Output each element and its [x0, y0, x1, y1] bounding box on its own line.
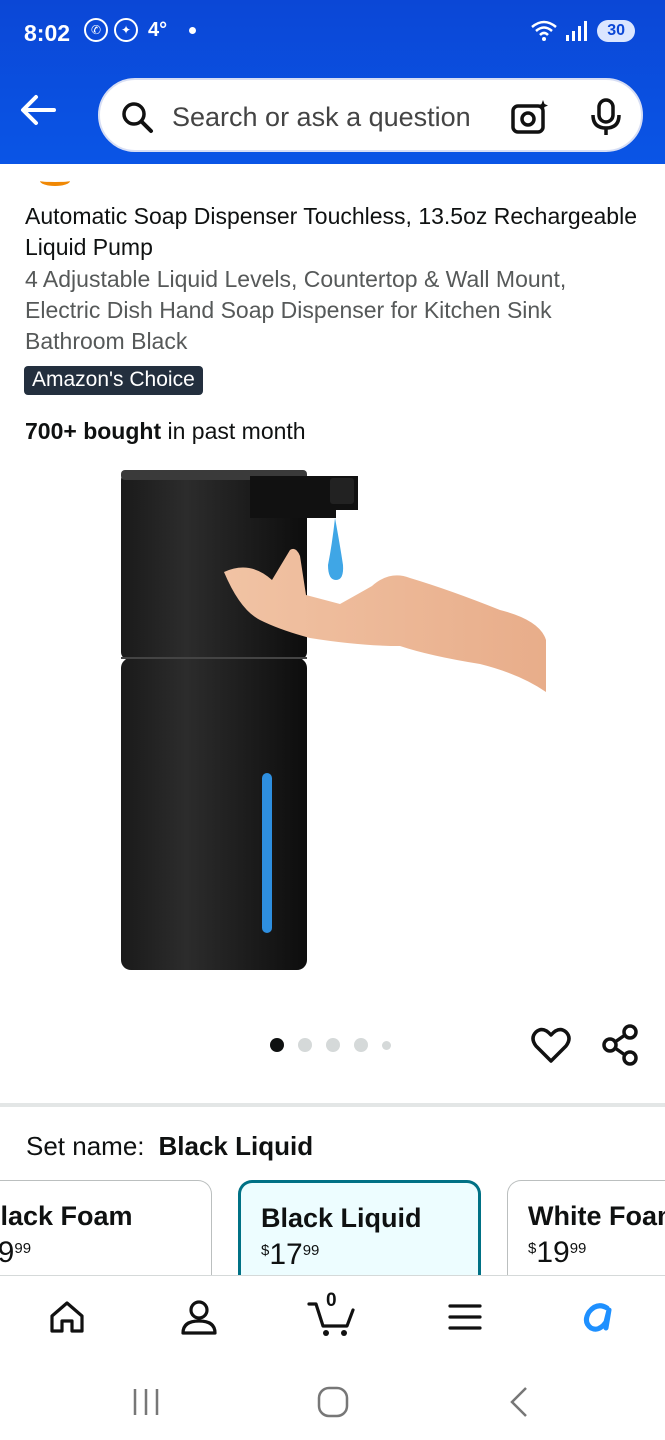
status-time: 8:02: [24, 20, 71, 46]
variant-price: $1999: [528, 1236, 665, 1270]
camera-search-icon[interactable]: [510, 98, 550, 136]
bought-suffix: in past month: [161, 418, 306, 444]
set-name-row: Set name: Black Liquid: [26, 1131, 313, 1162]
accessibility-icon: ✦: [114, 18, 138, 42]
nav-menu[interactable]: [442, 1294, 488, 1340]
scrolled-logo-fragment: [40, 176, 70, 186]
bought-count: 700+ bought: [25, 418, 162, 444]
carousel-dot[interactable]: [382, 1040, 391, 1050]
nav-home[interactable]: [44, 1294, 90, 1340]
system-nav-bar: [0, 1355, 665, 1440]
search-icon: [122, 102, 153, 133]
set-name-label: Set name:: [26, 1131, 145, 1161]
back-arrow-icon: [21, 95, 56, 125]
nav-cart[interactable]: 0: [306, 1290, 358, 1340]
product-title[interactable]: Automatic Soap Dispenser Touchless, 13.5…: [25, 201, 640, 263]
status-right: 30: [531, 20, 635, 42]
menu-icon: [448, 1304, 482, 1330]
amazons-choice-badge: Amazon's Choice: [24, 366, 203, 395]
image-carousel-dots[interactable]: [270, 1038, 391, 1052]
nav-rufus[interactable]: [576, 1294, 622, 1340]
carousel-dot[interactable]: [270, 1038, 284, 1052]
signal-icon: [566, 21, 588, 41]
status-icons: ✆ ✦ 4°: [84, 18, 197, 42]
variant-name: Black Liquid: [261, 1203, 422, 1233]
home-icon: [50, 1301, 84, 1333]
rufus-icon: [583, 1303, 612, 1332]
price-whole: 19: [536, 1236, 570, 1269]
price-cents: 99: [302, 1242, 320, 1259]
price-cents: 99: [14, 1240, 32, 1257]
account-icon: [181, 1300, 217, 1335]
nav-account[interactable]: [176, 1294, 222, 1340]
carousel-dot[interactable]: [326, 1038, 340, 1052]
variant-name: Black Foam: [0, 1201, 133, 1231]
search-input[interactable]: Search or ask a question: [172, 102, 471, 133]
cart-count: 0: [326, 1290, 337, 1311]
variant-price: 1999: [0, 1236, 211, 1270]
section-divider: [0, 1103, 665, 1107]
variant-name: White Foam: [528, 1201, 665, 1231]
price-whole: 17: [269, 1238, 303, 1271]
wifi-icon: [531, 20, 558, 41]
whatsapp-icon: ✆: [84, 18, 108, 42]
variant-white-foam[interactable]: White Foam $1999: [507, 1180, 665, 1280]
product-image[interactable]: [100, 460, 560, 980]
price-cents: 99: [569, 1240, 587, 1257]
variant-black-foam[interactable]: Black Foam 1999: [0, 1180, 212, 1280]
heart-icon[interactable]: [530, 1024, 572, 1066]
carousel-dot[interactable]: [298, 1038, 312, 1052]
variant-black-liquid[interactable]: Black Liquid $1799: [238, 1180, 481, 1280]
header: 8:02 ✆ ✦ 4° 30 Search or ask a question: [0, 0, 665, 164]
product-subtitle[interactable]: 4 Adjustable Liquid Levels, Countertop &…: [25, 264, 640, 357]
home-system-icon[interactable]: [316, 1385, 350, 1419]
bottom-nav: 0: [0, 1275, 665, 1355]
price-currency: $: [261, 1242, 270, 1259]
search-bar[interactable]: Search or ask a question: [98, 78, 643, 152]
recent-apps-icon[interactable]: [130, 1387, 162, 1417]
carousel-dot[interactable]: [354, 1038, 368, 1052]
price-currency: $: [528, 1240, 537, 1257]
microphone-icon[interactable]: [590, 98, 622, 136]
back-button[interactable]: [18, 92, 62, 132]
status-bar: 8:02 ✆ ✦ 4° 30: [0, 0, 665, 68]
bought-in-past-month: 700+ bought in past month: [25, 418, 306, 445]
share-icon[interactable]: [600, 1024, 642, 1066]
notification-dot-icon: [189, 26, 197, 34]
variant-price: $1799: [261, 1238, 478, 1272]
back-system-icon[interactable]: [506, 1385, 532, 1419]
price-whole: 19: [0, 1236, 14, 1269]
status-temperature: 4°: [148, 18, 168, 41]
battery-indicator: 30: [597, 20, 635, 42]
set-name-selected: Black Liquid: [158, 1131, 314, 1161]
